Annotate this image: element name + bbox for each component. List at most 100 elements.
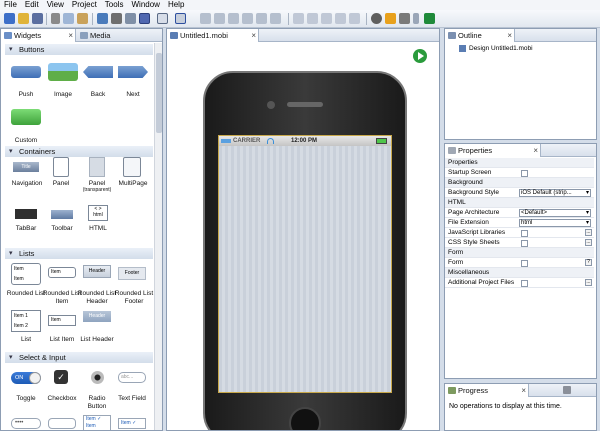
additional-project-files-button[interactable]: ... <box>585 279 592 286</box>
align-left-icon[interactable] <box>200 13 211 24</box>
select-widget[interactable] <box>48 418 76 429</box>
checkbox-widget[interactable]: ✓ <box>54 370 68 384</box>
panel-widget[interactable] <box>53 157 69 177</box>
bring-front-icon[interactable] <box>321 13 332 24</box>
cut-icon[interactable] <box>51 13 60 24</box>
rounded-list-header-widget[interactable]: Header <box>83 265 111 278</box>
rounded-list-footer-widget[interactable]: Footer <box>118 267 146 280</box>
navigation-widget[interactable]: Title <box>13 162 39 172</box>
align-icon[interactable] <box>175 13 186 24</box>
move-down-icon[interactable] <box>307 13 318 24</box>
close-icon[interactable]: × <box>521 384 526 397</box>
close-icon[interactable]: × <box>251 29 256 42</box>
align-right-icon[interactable] <box>228 13 239 24</box>
radio-button-widget[interactable] <box>91 371 104 384</box>
paste-icon[interactable] <box>77 13 88 24</box>
menu-tools[interactable]: Tools <box>101 0 128 10</box>
page-architecture-dropdown[interactable]: <Default> <box>519 209 591 217</box>
section-lists[interactable]: Lists <box>5 248 153 259</box>
close-icon[interactable]: × <box>68 29 73 42</box>
tab-properties[interactable]: Properties × <box>445 144 541 157</box>
form-checkbox[interactable] <box>521 260 528 267</box>
startup-screen-checkbox[interactable] <box>521 170 528 177</box>
tab-untitled1[interactable]: Untitled1.mobi × <box>167 29 259 42</box>
tab-widgets[interactable]: Widgets × <box>1 29 76 42</box>
phone-screen[interactable]: CARRIER 12:00 PM <box>218 135 392 393</box>
tab-outline[interactable]: Outline × <box>445 29 515 42</box>
additional-project-files-checkbox[interactable] <box>521 280 528 287</box>
align-top-icon[interactable] <box>242 13 253 24</box>
menu-window[interactable]: Window <box>127 0 163 10</box>
menu-file[interactable]: File <box>0 0 21 10</box>
select-list-widget-item: Item <box>86 423 96 429</box>
close-icon[interactable]: × <box>533 144 538 157</box>
next-button-widget[interactable] <box>118 66 148 78</box>
align-center-icon[interactable] <box>214 13 225 24</box>
background-style-dropdown[interactable]: iOS Default (strip... <box>519 189 591 197</box>
tab-media[interactable]: Media <box>77 29 127 42</box>
close-icon[interactable]: × <box>507 29 512 42</box>
form-help-button[interactable]: ? <box>585 259 592 266</box>
run-preview-icon[interactable] <box>413 49 427 63</box>
dropdown-arrow-icon[interactable] <box>413 13 419 24</box>
toggle-widget[interactable]: ON <box>11 372 41 384</box>
javascript-libraries-checkbox[interactable] <box>521 230 528 237</box>
javascript-libraries-button[interactable]: ... <box>585 229 592 236</box>
push-button-widget[interactable] <box>11 66 41 78</box>
menu-help[interactable]: Help <box>164 0 188 10</box>
copy-icon[interactable] <box>63 13 74 24</box>
select-item-widget[interactable]: Item ✓ <box>118 418 146 429</box>
widgets-scrollbar[interactable] <box>154 43 162 430</box>
list-item-widget[interactable]: Item <box>48 315 76 326</box>
move-up-icon[interactable] <box>293 13 304 24</box>
css-style-sheets-button[interactable]: ... <box>585 239 592 246</box>
section-buttons[interactable]: Buttons <box>5 44 153 55</box>
tab-progress[interactable]: Progress × <box>445 384 529 397</box>
file-extension-dropdown[interactable]: html <box>519 219 591 227</box>
custom-button-widget[interactable] <box>11 109 41 125</box>
home-button[interactable] <box>289 407 321 430</box>
section-containers[interactable]: Containers <box>5 146 153 157</box>
back-button-widget[interactable] <box>83 66 113 78</box>
align-middle-icon[interactable] <box>256 13 267 24</box>
menu-project[interactable]: Project <box>68 0 101 10</box>
html-widget[interactable]: < > html <box>88 205 108 221</box>
image-button-widget[interactable] <box>48 63 78 81</box>
list-header-widget[interactable]: Header <box>83 311 111 322</box>
mobile-icon[interactable] <box>111 13 122 24</box>
grid-icon[interactable] <box>157 13 168 24</box>
new-icon[interactable] <box>4 13 15 24</box>
text-field-widget[interactable]: abc... <box>118 372 146 383</box>
menu-edit[interactable]: Edit <box>21 0 43 10</box>
align-bottom-icon[interactable] <box>270 13 281 24</box>
wrench-icon[interactable] <box>399 13 410 24</box>
rounded-list-widget[interactable]: Item Item <box>11 263 41 285</box>
settings-icon[interactable] <box>371 13 382 24</box>
clear-icon[interactable] <box>563 386 571 394</box>
property-label: Form <box>448 259 464 266</box>
send-back-icon[interactable] <box>335 13 346 24</box>
undo-icon[interactable] <box>97 13 108 24</box>
panel-transparent-widget[interactable] <box>89 157 105 177</box>
star-icon[interactable] <box>385 13 396 24</box>
run-icon[interactable] <box>424 13 435 24</box>
scrollbar-thumb[interactable] <box>156 53 162 133</box>
password-field-widget[interactable]: •••• <box>11 418 41 429</box>
outline-tree-item[interactable]: Design Untitled1.mobi <box>459 44 533 53</box>
menu-view[interactable]: View <box>43 0 68 10</box>
properties-icon <box>448 147 456 154</box>
toolbar-widget[interactable] <box>51 210 73 219</box>
multipage-widget[interactable] <box>123 157 141 177</box>
list-header-label: List Header <box>80 336 114 343</box>
section-select-input[interactable]: Select & Input <box>5 352 153 363</box>
list-widget[interactable]: Item 1 Item 2 <box>11 310 41 332</box>
tabbar-widget[interactable] <box>15 209 37 219</box>
layout-icon[interactable] <box>125 13 136 24</box>
select-list-widget[interactable]: Item ✓ Item <box>83 415 111 430</box>
open-icon[interactable] <box>18 13 29 24</box>
link-icon[interactable] <box>139 13 150 24</box>
rounded-list-item-widget[interactable]: Item <box>48 267 76 278</box>
save-icon[interactable] <box>32 13 43 24</box>
distribute-icon[interactable] <box>349 13 360 24</box>
css-style-sheets-checkbox[interactable] <box>521 240 528 247</box>
